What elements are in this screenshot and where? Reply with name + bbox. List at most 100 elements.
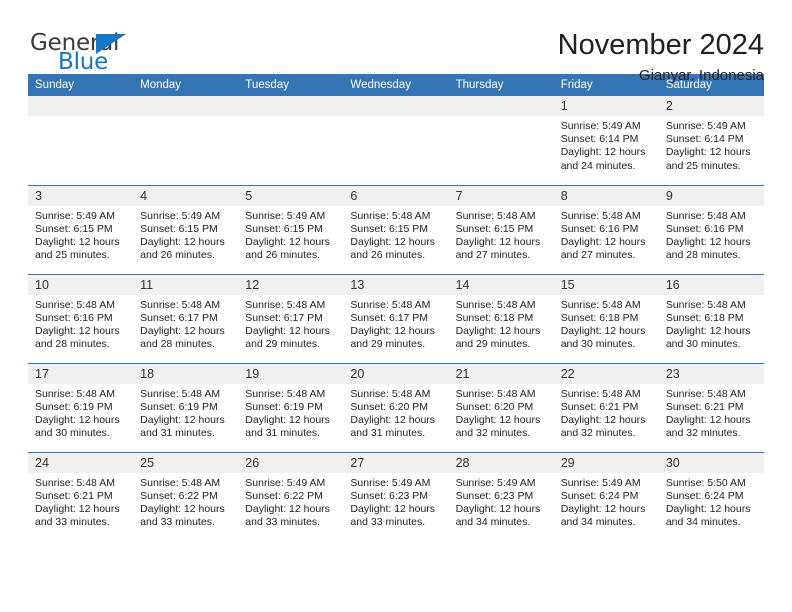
day-cell[interactable]: 12 Sunrise: 5:48 AM Sunset: 6:17 PM Dayl…: [238, 273, 344, 363]
day-cell[interactable]: 1 Sunrise: 5:49 AM Sunset: 6:14 PM Dayli…: [553, 96, 659, 185]
day-number: 2: [658, 96, 764, 116]
sunset-text: Sunset: 6:16 PM: [35, 311, 113, 324]
sunrise-text: Sunrise: 5:48 AM: [665, 209, 746, 222]
daylight-text: Daylight: 12 hours and 31 minutes.: [140, 413, 225, 440]
day-info: Sunrise: 5:48 AM Sunset: 6:20 PM Dayligh…: [343, 384, 448, 441]
sunset-text: Sunset: 6:23 PM: [350, 489, 429, 502]
day-cell[interactable]: 18 Sunrise: 5:48 AM Sunset: 6:19 PM Dayl…: [133, 362, 239, 452]
day-cell[interactable]: 26 Sunrise: 5:49 AM Sunset: 6:22 PM Dayl…: [238, 451, 344, 541]
daylight-text: Daylight: 12 hours and 26 minutes.: [245, 235, 330, 262]
day-cell[interactable]: 25 Sunrise: 5:48 AM Sunset: 6:22 PM Dayl…: [133, 451, 239, 541]
day-info: Sunrise: 5:49 AM Sunset: 6:24 PM Dayligh…: [554, 473, 659, 530]
day-cell[interactable]: 30 Sunrise: 5:50 AM Sunset: 6:24 PM Dayl…: [658, 451, 764, 541]
day-number: 15: [553, 274, 659, 295]
calendar-page: General Blue November 2024 Gianyar, Indo…: [0, 0, 792, 612]
day-cell[interactable]: [133, 96, 239, 185]
day-number: 16: [658, 274, 764, 295]
daylight-text: Daylight: 12 hours and 26 minutes.: [140, 235, 225, 262]
day-cell[interactable]: 8 Sunrise: 5:48 AM Sunset: 6:16 PM Dayli…: [553, 184, 659, 274]
day-cell[interactable]: [28, 96, 134, 185]
day-cell[interactable]: 23 Sunrise: 5:48 AM Sunset: 6:21 PM Dayl…: [658, 362, 764, 452]
day-number: 12: [238, 274, 344, 295]
day-number: [28, 96, 134, 116]
day-number: [343, 96, 449, 116]
day-cell[interactable]: 17 Sunrise: 5:48 AM Sunset: 6:19 PM Dayl…: [28, 362, 134, 452]
day-number: 6: [343, 185, 449, 206]
sunset-text: Sunset: 6:15 PM: [245, 222, 323, 235]
day-info: Sunrise: 5:48 AM Sunset: 6:18 PM Dayligh…: [449, 295, 554, 352]
day-info: Sunrise: 5:49 AM Sunset: 6:23 PM Dayligh…: [343, 473, 448, 530]
sunset-text: Sunset: 6:14 PM: [560, 133, 639, 146]
sunrise-text: Sunrise: 5:48 AM: [35, 387, 115, 400]
day-cell[interactable]: 29 Sunrise: 5:49 AM Sunset: 6:24 PM Dayl…: [553, 451, 659, 541]
sunrise-text: Sunrise: 5:48 AM: [455, 387, 536, 400]
day-number: 11: [133, 274, 239, 295]
day-number: 18: [133, 363, 239, 384]
day-number: 28: [448, 452, 554, 473]
daylight-text: Daylight: 12 hours and 25 minutes.: [665, 146, 751, 172]
daylight-text: Daylight: 12 hours and 29 minutes.: [455, 324, 541, 351]
day-cell[interactable]: 15 Sunrise: 5:48 AM Sunset: 6:18 PM Dayl…: [553, 273, 659, 363]
daylight-text: Daylight: 12 hours and 30 minutes.: [665, 324, 751, 351]
sunrise-text: Sunrise: 5:49 AM: [35, 209, 115, 222]
day-info: Sunrise: 5:49 AM Sunset: 6:22 PM Dayligh…: [238, 473, 343, 530]
day-cell[interactable]: 22 Sunrise: 5:48 AM Sunset: 6:21 PM Dayl…: [553, 362, 659, 452]
week-row: 24 Sunrise: 5:48 AM Sunset: 6:21 PM Dayl…: [28, 451, 764, 541]
daylight-text: Daylight: 12 hours and 32 minutes.: [665, 413, 751, 440]
sunrise-text: Sunrise: 5:49 AM: [140, 209, 221, 222]
day-cell[interactable]: 6 Sunrise: 5:48 AM Sunset: 6:15 PM Dayli…: [343, 184, 449, 274]
day-info: Sunrise: 5:48 AM Sunset: 6:21 PM Dayligh…: [659, 384, 764, 441]
sunrise-text: Sunrise: 5:50 AM: [665, 476, 746, 489]
day-info: Sunrise: 5:48 AM Sunset: 6:21 PM Dayligh…: [554, 384, 659, 441]
day-cell[interactable]: [448, 96, 554, 185]
sunrise-text: Sunrise: 5:48 AM: [350, 298, 431, 311]
day-number: 5: [238, 185, 344, 206]
sunrise-text: Sunrise: 5:48 AM: [665, 298, 746, 311]
day-cell[interactable]: 21 Sunrise: 5:48 AM Sunset: 6:20 PM Dayl…: [448, 362, 554, 452]
day-cell[interactable]: 27 Sunrise: 5:49 AM Sunset: 6:23 PM Dayl…: [343, 451, 449, 541]
sunrise-text: Sunrise: 5:48 AM: [560, 209, 641, 222]
daylight-text: Daylight: 12 hours and 30 minutes.: [560, 324, 646, 351]
day-cell[interactable]: 28 Sunrise: 5:49 AM Sunset: 6:23 PM Dayl…: [448, 451, 554, 541]
day-number: 1: [553, 96, 659, 116]
day-cell[interactable]: 5 Sunrise: 5:49 AM Sunset: 6:15 PM Dayli…: [238, 184, 344, 274]
week-row: 3 Sunrise: 5:49 AM Sunset: 6:15 PM Dayli…: [28, 184, 764, 274]
day-cell[interactable]: 9 Sunrise: 5:48 AM Sunset: 6:16 PM Dayli…: [658, 184, 764, 274]
day-cell[interactable]: 10 Sunrise: 5:48 AM Sunset: 6:16 PM Dayl…: [28, 273, 134, 363]
day-info: Sunrise: 5:49 AM Sunset: 6:15 PM Dayligh…: [238, 206, 343, 263]
sunset-text: Sunset: 6:18 PM: [665, 311, 744, 324]
day-cell[interactable]: 11 Sunrise: 5:48 AM Sunset: 6:17 PM Dayl…: [133, 273, 239, 363]
day-number: 9: [658, 185, 764, 206]
day-info: Sunrise: 5:48 AM Sunset: 6:19 PM Dayligh…: [133, 384, 238, 441]
daylight-text: Daylight: 12 hours and 26 minutes.: [350, 235, 436, 262]
daylight-text: Daylight: 12 hours and 27 minutes.: [560, 235, 646, 262]
day-number: 22: [553, 363, 659, 384]
day-info: Sunrise: 5:48 AM Sunset: 6:20 PM Dayligh…: [449, 384, 554, 441]
sunset-text: Sunset: 6:21 PM: [35, 489, 113, 502]
day-cell[interactable]: 3 Sunrise: 5:49 AM Sunset: 6:15 PM Dayli…: [28, 184, 134, 274]
sunset-text: Sunset: 6:24 PM: [560, 489, 639, 502]
day-cell[interactable]: [343, 96, 449, 185]
day-cell[interactable]: 24 Sunrise: 5:48 AM Sunset: 6:21 PM Dayl…: [28, 451, 134, 541]
day-cell[interactable]: [238, 96, 344, 185]
day-cell[interactable]: 14 Sunrise: 5:48 AM Sunset: 6:18 PM Dayl…: [448, 273, 554, 363]
day-cell[interactable]: 19 Sunrise: 5:48 AM Sunset: 6:19 PM Dayl…: [238, 362, 344, 452]
day-info: Sunrise: 5:48 AM Sunset: 6:17 PM Dayligh…: [133, 295, 238, 352]
day-cell[interactable]: 16 Sunrise: 5:48 AM Sunset: 6:18 PM Dayl…: [658, 273, 764, 363]
sunrise-text: Sunrise: 5:48 AM: [560, 387, 641, 400]
day-cell[interactable]: 20 Sunrise: 5:48 AM Sunset: 6:20 PM Dayl…: [343, 362, 449, 452]
sunrise-text: Sunrise: 5:49 AM: [245, 209, 326, 222]
day-number: 29: [553, 452, 659, 473]
day-cell[interactable]: 7 Sunrise: 5:48 AM Sunset: 6:15 PM Dayli…: [448, 184, 554, 274]
sunrise-text: Sunrise: 5:48 AM: [35, 476, 115, 489]
day-info: Sunrise: 5:48 AM Sunset: 6:21 PM Dayligh…: [28, 473, 133, 530]
sunrise-text: Sunrise: 5:49 AM: [245, 476, 326, 489]
day-info: Sunrise: 5:48 AM Sunset: 6:15 PM Dayligh…: [449, 206, 554, 263]
general-blue-logo: General Blue: [28, 28, 168, 78]
week-row: 10 Sunrise: 5:48 AM Sunset: 6:16 PM Dayl…: [28, 273, 764, 363]
day-info: Sunrise: 5:48 AM Sunset: 6:16 PM Dayligh…: [659, 206, 764, 263]
day-cell[interactable]: 13 Sunrise: 5:48 AM Sunset: 6:17 PM Dayl…: [343, 273, 449, 363]
day-number: 25: [133, 452, 239, 473]
day-cell[interactable]: 4 Sunrise: 5:49 AM Sunset: 6:15 PM Dayli…: [133, 184, 239, 274]
day-cell[interactable]: 2 Sunrise: 5:49 AM Sunset: 6:14 PM Dayli…: [658, 96, 764, 185]
